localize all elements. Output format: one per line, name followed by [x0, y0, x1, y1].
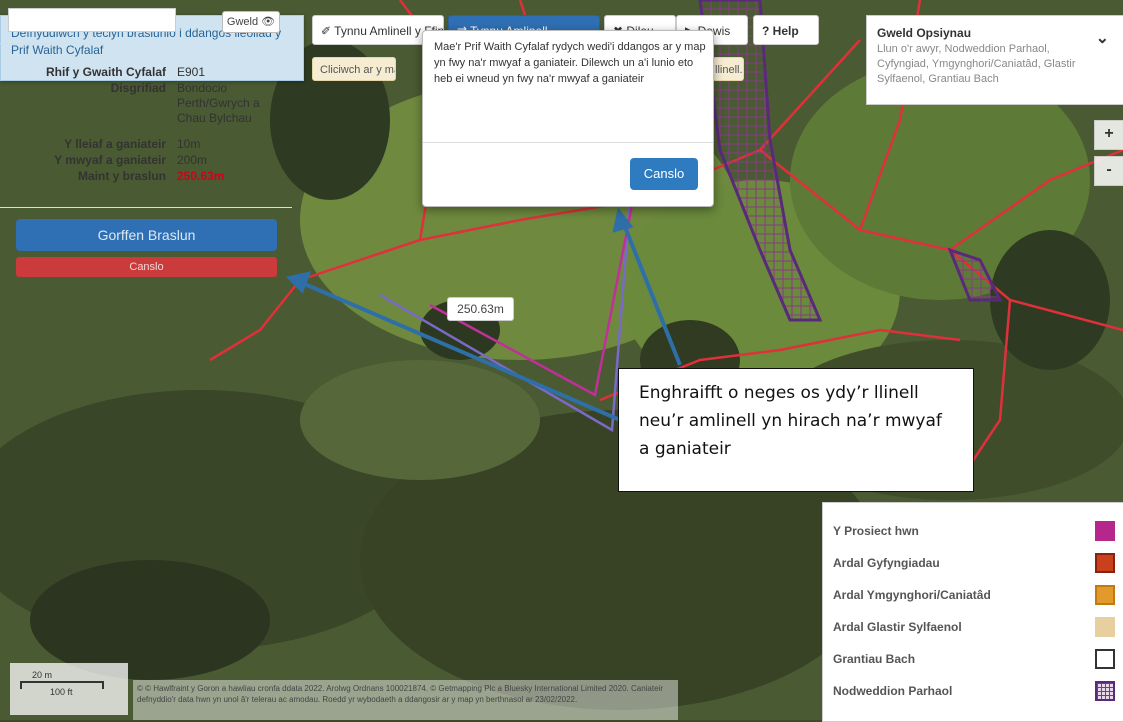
- map-legend: Y Prosiect hwn Ardal Gyfyngiadau Ardal Y…: [822, 502, 1123, 722]
- legend-swatch: [1095, 553, 1115, 573]
- row-label: Y lleiaf a ganiateir: [64, 137, 166, 151]
- view-button[interactable]: Gweld 👁: [222, 11, 280, 33]
- row-value: 10m: [177, 137, 201, 151]
- finish-sketch-button[interactable]: Gorffen Braslun: [16, 219, 277, 251]
- row-value: Bondocio Perth/Gwrych a Chau Bylchau: [177, 81, 260, 125]
- legend-item: Nodweddion Parhaol: [833, 679, 1115, 703]
- dialog-message: Mae'r Prif Waith Cyfalaf rydych wedi'i d…: [434, 41, 706, 85]
- row-value: E901: [177, 65, 206, 79]
- legend-item: Grantiau Bach: [833, 647, 1115, 671]
- sketch-name-input[interactable]: [8, 8, 176, 32]
- scale-metric: 20 m: [32, 670, 53, 680]
- options-description: Llun o'r awyr, Nodweddion Parhaol, Cyfyn…: [877, 43, 1076, 85]
- legend-swatch: [1095, 649, 1115, 669]
- legend-label: Y Prosiect hwn: [833, 524, 919, 538]
- zoom-out-button[interactable]: -: [1094, 156, 1123, 186]
- divider: [0, 207, 292, 208]
- row-value: 200m: [177, 153, 208, 167]
- max-exceeded-dialog: Mae'r Prif Waith Cyfalaf rydych wedi'i d…: [422, 30, 714, 207]
- instruction-tip-end: llinell.: [712, 57, 744, 81]
- divider: [0, 43, 292, 44]
- chevron-down-icon[interactable]: ⌄: [1096, 28, 1109, 48]
- sketch-size-value: 250.63m: [177, 169, 225, 183]
- options-title: Gweld Opsiynau: [877, 26, 972, 40]
- legend-label: Nodweddion Parhaol: [833, 684, 953, 698]
- legend-label: Grantiau Bach: [833, 652, 916, 666]
- legend-swatch: [1095, 681, 1115, 701]
- annotation-callout: Enghraifft o neges os ydy’r llinell neu’…: [618, 368, 974, 492]
- help-button[interactable]: ? Help: [753, 15, 819, 45]
- scale-bar: 20 m 100 ft: [10, 663, 128, 715]
- legend-item: Y Prosiect hwn: [833, 519, 1115, 543]
- legend-swatch: [1095, 521, 1115, 541]
- legend-item: Ardal Glastir Sylfaenol: [833, 615, 1115, 639]
- zoom-in-button[interactable]: +: [1094, 120, 1123, 150]
- scale-imperial: 100 ft: [50, 687, 73, 697]
- instruction-tip: Cliciwch ar y map: [312, 57, 396, 81]
- legend-swatch: [1095, 617, 1115, 637]
- row-label: Maint y braslun: [77, 169, 166, 183]
- row-label: Rhif y Gwaith Cyfalaf: [45, 65, 166, 79]
- legend-swatch: [1095, 585, 1115, 605]
- legend-label: Ardal Ymgynghori/Caniatâd: [833, 588, 991, 602]
- dialog-cancel-button[interactable]: Canslo: [630, 158, 698, 190]
- legend-label: Ardal Gyfyngiadau: [833, 556, 940, 570]
- legend-item: Ardal Ymgynghori/Caniatâd: [833, 583, 1115, 607]
- legend-label: Ardal Glastir Sylfaenol: [833, 620, 962, 634]
- line-length-label: 250.63m: [447, 297, 514, 321]
- row-label: Disgrifiad: [110, 81, 166, 95]
- cancel-sketch-button[interactable]: Canslo: [16, 257, 277, 277]
- row-label: Y mwyaf a ganiateir: [54, 153, 166, 167]
- view-options-panel[interactable]: Gweld Opsiynau Llun o'r awyr, Nodweddion…: [866, 15, 1123, 105]
- legend-item: Ardal Gyfyngiadau: [833, 551, 1115, 575]
- map-attribution: © © Hawlfraint y Goron a hawliau cronfa …: [133, 680, 678, 720]
- divider: [423, 142, 713, 143]
